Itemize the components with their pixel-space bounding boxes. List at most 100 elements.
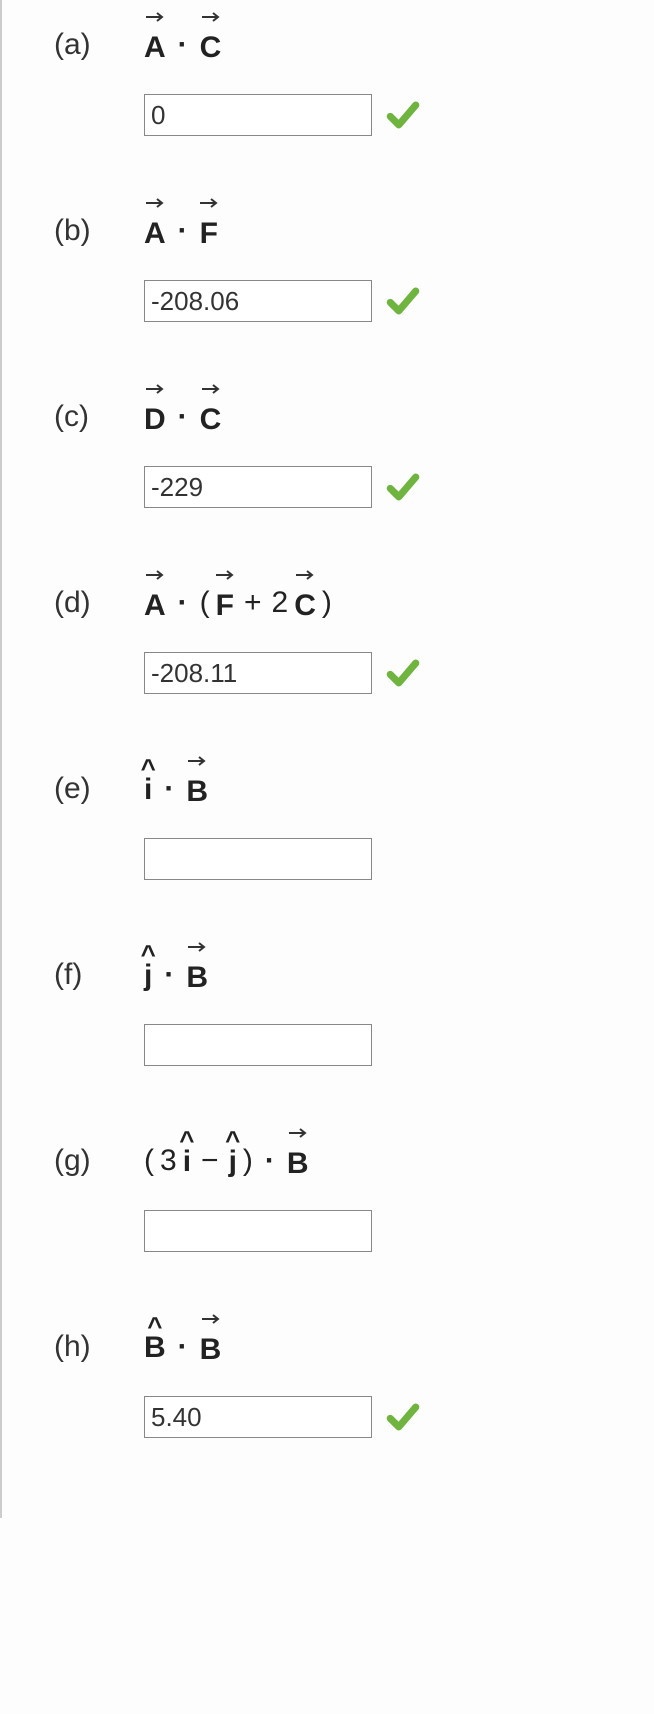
answer-row-f [2, 1024, 654, 1066]
vector-C: C [294, 576, 316, 630]
answer-input-e[interactable] [144, 838, 372, 880]
problem-b-label-row: (b) A · F [2, 204, 654, 258]
dot-operator: · [259, 1137, 281, 1185]
problem-f-label-row: (f) j · B [2, 948, 654, 1002]
problem-h: (h) B · B [2, 1302, 654, 1488]
vector-F-letter: F [200, 217, 218, 250]
vector-A-letter: A [144, 589, 166, 622]
expression-g: ( 3 i − j ) · B [144, 1134, 309, 1188]
vector-D: D [144, 390, 166, 444]
vector-arrow-icon [294, 570, 316, 584]
answer-input-c[interactable] [144, 466, 372, 508]
vector-A: A [144, 18, 166, 72]
answer-input-d[interactable] [144, 652, 372, 694]
answer-row-a [2, 94, 654, 136]
vector-F-letter: F [216, 589, 234, 622]
left-paren: ( [144, 1137, 154, 1185]
unit-vector-i: i [144, 764, 152, 814]
vector-A: A [144, 576, 166, 630]
dot-operator: · [172, 1323, 194, 1371]
vector-F: F [216, 576, 234, 630]
vector-arrow-icon [200, 198, 218, 212]
check-icon [386, 656, 420, 690]
answer-input-g[interactable] [144, 1210, 372, 1252]
unit-B-letter: B [144, 1331, 166, 1364]
problem-a: (a) A · C [2, 0, 654, 186]
check-icon [386, 98, 420, 132]
unit-i-letter: i [183, 1145, 191, 1178]
answer-input-b[interactable] [144, 280, 372, 322]
problem-c: (c) D · C [2, 372, 654, 558]
problem-d-label-row: (d) A · ( F + 2 C ) [2, 576, 654, 630]
check-icon [386, 284, 420, 318]
vector-A-letter: A [144, 217, 166, 250]
dot-operator: · [172, 207, 194, 255]
vector-A: A [144, 204, 166, 258]
vector-arrow-icon [200, 12, 222, 26]
part-label-e: (e) [54, 762, 144, 806]
vector-C: C [200, 390, 222, 444]
answer-row-b [2, 280, 654, 322]
check-icon [386, 470, 420, 504]
problem-e: (e) i · B [2, 744, 654, 930]
expression-f: j · B [144, 948, 208, 1002]
coefficient-2: 2 [272, 579, 289, 627]
vector-B: B [186, 948, 208, 1002]
problem-b: (b) A · F [2, 186, 654, 372]
part-label-d: (d) [54, 576, 144, 620]
unit-vector-i: i [183, 1136, 191, 1186]
vector-B-letter: B [186, 961, 208, 994]
vector-arrow-icon [144, 198, 166, 212]
check-icon [386, 1400, 420, 1434]
answer-row-c [2, 466, 654, 508]
vector-C-letter: C [200, 403, 222, 436]
answer-row-d [2, 652, 654, 694]
vector-arrow-icon [200, 384, 222, 398]
answer-input-f[interactable] [144, 1024, 372, 1066]
part-label-c: (c) [54, 390, 144, 434]
vector-B-letter: B [186, 775, 208, 808]
right-paren: ) [243, 1137, 253, 1185]
expression-d: A · ( F + 2 C ) [144, 576, 332, 630]
problem-c-label-row: (c) D · C [2, 390, 654, 444]
part-label-g: (g) [54, 1134, 144, 1178]
page-container: (a) A · C (b) [0, 0, 654, 1518]
answer-row-g [2, 1210, 654, 1252]
coefficient-3: 3 [160, 1137, 177, 1185]
expression-e: i · B [144, 762, 208, 816]
answer-row-e [2, 838, 654, 880]
problem-e-label-row: (e) i · B [2, 762, 654, 816]
vector-C-letter: C [200, 31, 222, 64]
unit-vector-j: j [229, 1136, 237, 1186]
problem-g: (g) ( 3 i − j ) · B [2, 1116, 654, 1302]
unit-i-letter: i [144, 773, 152, 806]
vector-arrow-icon [186, 756, 208, 770]
vector-B: B [287, 1134, 309, 1188]
vector-B-letter: B [200, 1333, 222, 1366]
answer-row-h [2, 1396, 654, 1438]
vector-arrow-icon [186, 942, 208, 956]
problem-a-label-row: (a) A · C [2, 18, 654, 72]
dot-operator: · [172, 579, 194, 627]
unit-vector-j: j [144, 950, 152, 1000]
vector-arrow-icon [287, 1128, 309, 1142]
expression-c: D · C [144, 390, 221, 444]
right-paren: ) [322, 579, 332, 627]
vector-B: B [200, 1320, 222, 1374]
vector-arrow-icon [144, 570, 166, 584]
dot-operator: · [172, 393, 194, 441]
left-paren: ( [200, 579, 210, 627]
vector-B: B [186, 762, 208, 816]
unit-j-letter: j [144, 959, 152, 992]
problem-h-label-row: (h) B · B [2, 1320, 654, 1374]
answer-input-a[interactable] [144, 94, 372, 136]
vector-arrow-icon [144, 384, 166, 398]
vector-A-letter: A [144, 31, 166, 64]
answer-input-h[interactable] [144, 1396, 372, 1438]
problem-g-label-row: (g) ( 3 i − j ) · B [2, 1134, 654, 1188]
expression-b: A · F [144, 204, 218, 258]
unit-j-letter: j [229, 1145, 237, 1178]
vector-C: C [200, 18, 222, 72]
problem-d: (d) A · ( F + 2 C ) [2, 558, 654, 744]
dot-operator: · [158, 765, 180, 813]
